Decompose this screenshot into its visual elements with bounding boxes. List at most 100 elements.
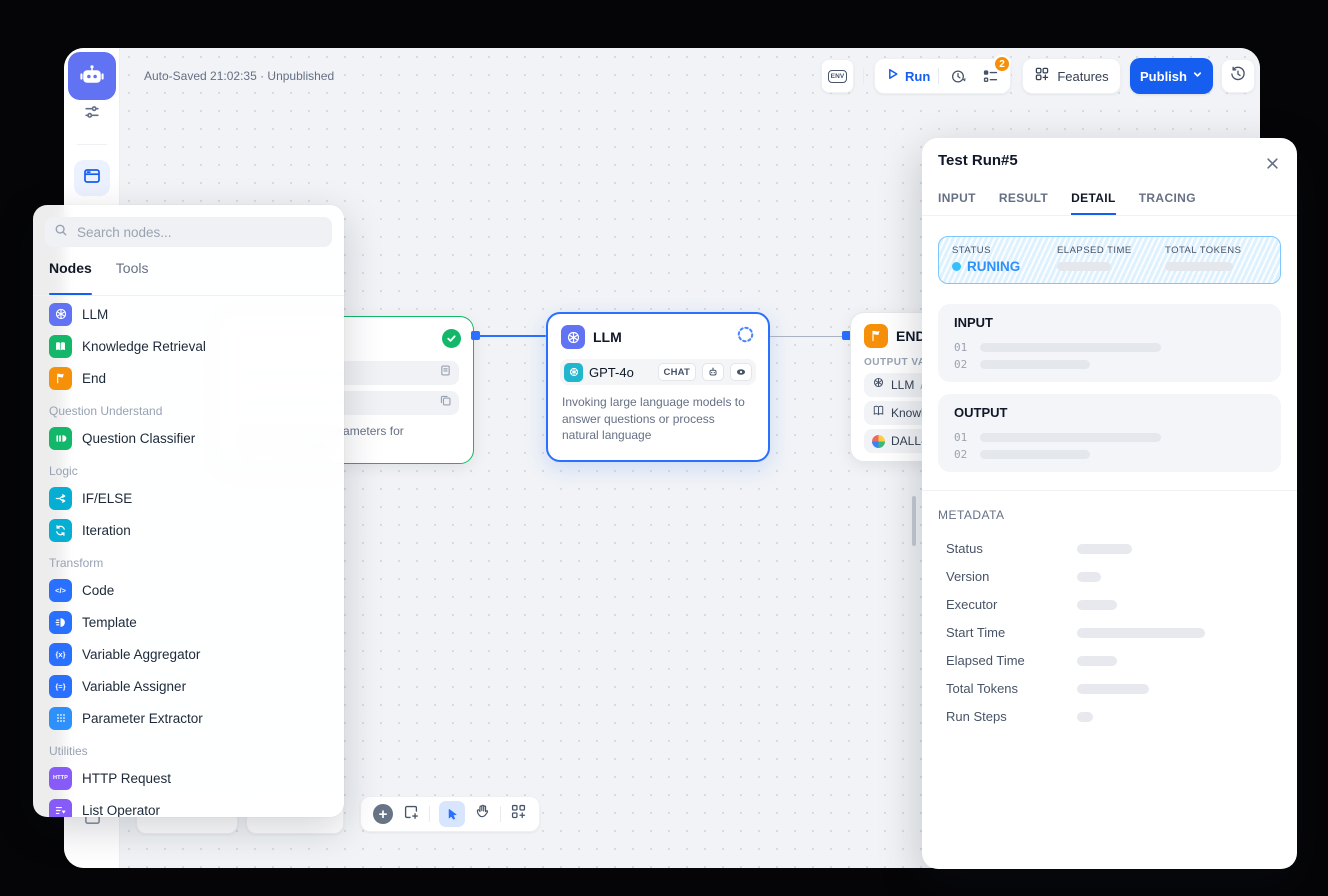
sidebar-item-workflow[interactable]	[74, 160, 110, 196]
status-card: STATUS RUNING ELAPSED TIME TOTAL TOKENS	[938, 236, 1281, 284]
tab-nodes[interactable]: Nodes	[49, 260, 92, 286]
line-number: 01	[954, 341, 967, 354]
input-card: INPUT 01 02	[938, 304, 1281, 382]
node-menu-section: Logic	[33, 454, 344, 482]
success-check-icon	[442, 329, 461, 348]
variable-aggregator-icon: {x}	[49, 643, 72, 666]
organize-icon[interactable]	[510, 803, 527, 825]
chevron-down-icon	[1192, 67, 1203, 85]
notification-badge: 2	[993, 55, 1011, 73]
features-button[interactable]: Features	[1022, 58, 1121, 94]
skeleton-bar	[1077, 628, 1205, 638]
metadata-list: Status Version Executor Start Time Elaps…	[946, 540, 1281, 736]
skeleton-bar	[980, 433, 1161, 442]
http-request-icon: HTTP	[49, 767, 72, 790]
run-history-icon[interactable]	[947, 64, 970, 88]
run-button[interactable]: Run	[887, 67, 930, 85]
node-menu-item-llm[interactable]: LLM	[39, 298, 338, 330]
sliders-icon	[83, 103, 101, 126]
node-menu-item-if-else[interactable]: IF/ELSE	[39, 482, 338, 514]
llm-icon	[49, 303, 72, 326]
publish-button[interactable]: Publish	[1130, 58, 1213, 94]
status-value: RUNING	[952, 259, 1020, 274]
node-menu-item-template[interactable]: Template	[39, 606, 338, 638]
run-group-divider	[938, 68, 939, 84]
scrollbar-thumb[interactable]	[912, 496, 916, 546]
test-run-panel: Test Run#5 INPUT RESULT DETAIL TRACING S…	[922, 138, 1297, 869]
add-node-icon[interactable]: +	[373, 804, 393, 824]
edge-llm-end	[770, 336, 850, 338]
tab-detail[interactable]: DETAIL	[1071, 191, 1116, 205]
checklist-icon[interactable]: 2	[979, 64, 1002, 88]
node-menu-item-question-classifier[interactable]: Question Classifier	[39, 422, 338, 454]
run-group: Run 2	[874, 58, 1011, 94]
node-menu-item-end[interactable]: End	[39, 362, 338, 394]
skeleton-bar	[1077, 656, 1117, 666]
window-icon	[82, 166, 102, 191]
canvas-toolbar: +	[360, 796, 540, 832]
tab-input[interactable]: INPUT	[938, 191, 976, 205]
if-else-icon	[49, 487, 72, 510]
document-icon	[439, 364, 452, 382]
skeleton-bar	[1077, 684, 1149, 694]
node-menu-item-http-request[interactable]: HTTP HTTP Request	[39, 762, 338, 794]
skeleton-bar	[1165, 262, 1233, 271]
elapsed-time-label: ELAPSED TIME	[1057, 245, 1132, 256]
env-icon: ENV	[828, 70, 847, 83]
node-menu-item-parameter-extractor[interactable]: Parameter Extractor	[39, 702, 338, 734]
iteration-icon	[49, 519, 72, 542]
pointer-tool-active[interactable]	[439, 801, 465, 827]
metadata-label: Start Time	[946, 625, 1005, 640]
metadata-label: Status	[946, 541, 983, 556]
llm-ref-icon	[872, 376, 885, 394]
metadata-label: Executor	[946, 597, 997, 612]
llm-node[interactable]: LLM GPT-4o CHAT Invoking large language …	[546, 312, 770, 462]
node-menu-section: Utilities	[33, 734, 344, 762]
env-button[interactable]: ENV	[821, 59, 854, 93]
line-number: 01	[954, 431, 967, 444]
robot-icon	[77, 59, 107, 94]
toolbar-divider	[500, 806, 501, 822]
sidebar-item-settings[interactable]	[76, 98, 108, 130]
panel-title: Test Run#5	[938, 152, 1018, 169]
tab-result[interactable]: RESULT	[999, 191, 1048, 205]
tab-tools[interactable]: Tools	[116, 260, 149, 286]
app-logo[interactable]	[68, 52, 116, 100]
vision-eye-badge	[730, 363, 752, 381]
metadata-title: METADATA	[938, 508, 1005, 522]
spinner-icon	[736, 325, 755, 349]
history-icon	[1229, 65, 1247, 88]
skeleton-bar	[980, 450, 1090, 459]
node-search-panel: Nodes Tools LLM Knowledge Retrieval End …	[33, 205, 344, 817]
status-label: STATUS	[952, 245, 991, 256]
toolbar-divider	[863, 68, 864, 84]
tabs-divider	[922, 215, 1297, 216]
skeleton-bar	[1077, 600, 1117, 610]
add-note-icon[interactable]	[402, 803, 420, 826]
search-input[interactable]	[75, 224, 323, 241]
sidebar-divider	[77, 144, 107, 145]
skeleton-bar	[980, 360, 1090, 369]
model-selector[interactable]: GPT-4o CHAT	[560, 359, 756, 385]
node-menu-section: Question Understand	[33, 394, 344, 422]
hand-tool-icon[interactable]	[474, 803, 491, 825]
agent-badge	[702, 363, 724, 381]
end-flag-icon	[864, 324, 888, 348]
search-icon	[54, 223, 68, 242]
total-tokens-label: TOTAL TOKENS	[1165, 245, 1241, 256]
autosave-status: Auto-Saved 21:02:35 · Unpublished	[144, 69, 334, 83]
node-menu-item-list-operator[interactable]: List Operator	[39, 794, 338, 817]
node-menu-item-variable-assigner[interactable]: {=} Variable Assigner	[39, 670, 338, 702]
search-box[interactable]	[45, 217, 332, 247]
running-dot-icon	[952, 262, 961, 271]
node-menu-item-knowledge-retrieval[interactable]: Knowledge Retrieval	[39, 330, 338, 362]
close-icon[interactable]	[1259, 150, 1285, 176]
version-history-button[interactable]	[1221, 59, 1255, 93]
toolbar-divider	[429, 806, 430, 822]
question-classifier-icon	[49, 427, 72, 450]
tab-tracing[interactable]: TRACING	[1139, 191, 1196, 205]
node-menu-item-code[interactable]: </> Code	[39, 574, 338, 606]
node-menu-item-variable-aggregator[interactable]: {x} Variable Aggregator	[39, 638, 338, 670]
play-icon	[887, 67, 899, 85]
node-menu-item-iteration[interactable]: Iteration	[39, 514, 338, 546]
